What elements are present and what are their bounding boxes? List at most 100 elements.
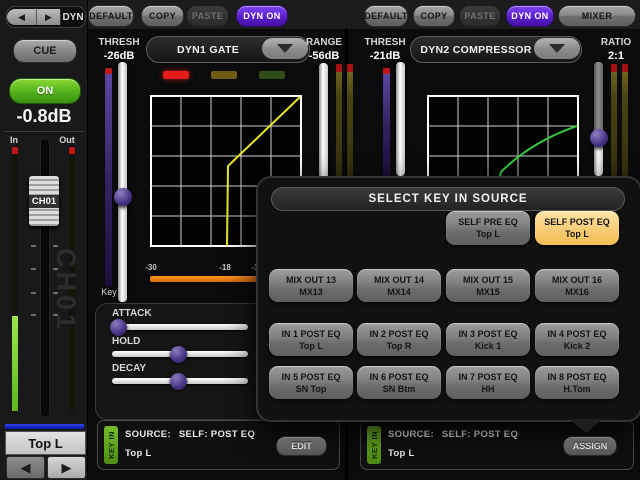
left-arrow-icon: ◀ xyxy=(18,12,25,23)
attack-label: ATTACK xyxy=(112,308,162,319)
keyin-source-option[interactable]: IN 3 POST EQKick 1 xyxy=(446,323,530,356)
gate-led-green xyxy=(259,71,285,79)
next-channel-button[interactable]: ▶ xyxy=(37,9,61,25)
keyin-source-option[interactable]: IN 5 POST EQSN Top xyxy=(269,366,353,399)
dyn1-type-dropdown[interactable]: DYN1 GATE xyxy=(146,36,310,63)
mixer-button[interactable]: MIXER xyxy=(558,5,636,27)
output-meter-peak xyxy=(69,147,75,154)
dyn1-range-value: -56dB xyxy=(302,50,346,62)
input-meter-peak xyxy=(12,147,18,154)
dyn1-thresh-value: -26dB xyxy=(94,50,144,62)
dyn2-thresh-slider[interactable] xyxy=(396,62,405,176)
dyn2-type-dropdown[interactable]: DYN2 COMPRESSOR xyxy=(410,36,582,63)
decay-label: DECAY xyxy=(112,363,162,374)
dyn2-thresh-value: -21dB xyxy=(360,50,410,62)
keyin-source-option[interactable]: SELF PRE EQTop L xyxy=(446,211,530,245)
keyin-source-option[interactable]: MIX OUT 13MX13 xyxy=(269,269,353,302)
keyin-source-option-selected[interactable]: SELF POST EQTop L xyxy=(535,211,619,245)
dyn1-thresh-label: THRESH xyxy=(94,37,144,48)
out-label: Out xyxy=(56,135,78,145)
prev-channel-button[interactable]: ◀ xyxy=(7,9,37,25)
dyn2-ratio-knob[interactable] xyxy=(590,129,608,147)
in-label: In xyxy=(6,135,22,145)
channel-prev-button[interactable]: ◀ xyxy=(6,456,45,479)
dyn1-keyin-panel: KEY IN SOURCE: SELF: POST EQ Top L EDIT xyxy=(97,420,340,470)
keyin-source-line: SOURCE: SELF: POST EQ xyxy=(388,429,518,440)
dyn1-key-meter xyxy=(105,68,112,286)
keyin-source-option[interactable]: IN 4 POST EQKick 2 xyxy=(535,323,619,356)
keyin-edit-button[interactable]: EDIT xyxy=(276,436,327,456)
keyin-source-option[interactable]: IN 2 POST EQTop R xyxy=(357,323,441,356)
fader-tick xyxy=(31,292,36,294)
gate-led-yellow xyxy=(211,71,237,79)
fader-cap[interactable]: CH01 xyxy=(29,176,59,226)
channel-name: Top L xyxy=(28,436,62,451)
dyn1-on-button[interactable]: DYN ON xyxy=(236,5,288,27)
gr-meter-peak xyxy=(347,64,353,72)
scale-tick: -30 xyxy=(140,263,162,272)
dyn-mode-label: DYN xyxy=(61,12,85,23)
keyin-channel: Top L xyxy=(125,448,152,459)
keyin-source-option[interactable]: IN 8 POST EQH.Tom xyxy=(535,366,619,399)
dyn1-copy-button[interactable]: COPY xyxy=(141,5,184,27)
input-meter-level xyxy=(12,316,18,411)
fader-cap-band: CH01 xyxy=(29,195,59,208)
right-arrow-icon: ▶ xyxy=(62,460,72,476)
input-meter xyxy=(12,147,18,413)
fader-tick xyxy=(31,314,36,316)
dyn2-paste-button[interactable]: PASTE xyxy=(459,5,501,27)
scale-tick: -18 xyxy=(214,263,236,272)
dyn2-on-button[interactable]: DYN ON xyxy=(506,5,554,27)
on-button[interactable]: ON xyxy=(9,78,81,104)
hold-knob[interactable] xyxy=(170,346,187,363)
source-value: SELF: POST EQ xyxy=(442,429,518,440)
fader-tick xyxy=(31,245,36,247)
divider xyxy=(4,131,84,132)
dyn2-ratio-value: 2:1 xyxy=(594,50,638,62)
keyin-tab: KEY IN xyxy=(367,426,381,464)
hold-label: HOLD xyxy=(112,336,162,347)
keyin-source-option[interactable]: MIX OUT 14MX14 xyxy=(357,269,441,302)
dyn2-dropdown-button[interactable] xyxy=(534,38,580,59)
dyn1-thresh-slider[interactable] xyxy=(118,62,127,302)
channel-nav: ◀ ▶ DYN xyxy=(6,6,86,28)
dyn2-ratio-label: RATIO xyxy=(594,37,638,48)
keyin-source-line: SOURCE: SELF: POST EQ xyxy=(125,429,255,440)
dyn2-ratio-slider[interactable] xyxy=(594,62,603,176)
source-label: SOURCE: xyxy=(388,429,434,440)
left-arrow-icon: ◀ xyxy=(21,460,31,476)
source-value: SELF: POST EQ xyxy=(179,429,255,440)
dyn1-thresh-knob[interactable] xyxy=(114,188,132,206)
keyin-source-option[interactable]: IN 6 POST EQSN Btm xyxy=(357,366,441,399)
keyin-source-option[interactable]: MIX OUT 15MX15 xyxy=(446,269,530,302)
dyn2-gr-meter-2 xyxy=(622,64,628,176)
keyin-source-option[interactable]: IN 1 POST EQTop L xyxy=(269,323,353,356)
channel-name-box: Top L xyxy=(5,431,86,455)
keyin-source-option[interactable]: MIX OUT 16MX16 xyxy=(535,269,619,302)
dyn1-range-label: RANGE xyxy=(302,37,346,48)
keyin-tab: KEY IN xyxy=(104,426,118,464)
popup-pointer-icon xyxy=(569,419,603,433)
dyn1-default-button[interactable]: DEFAULT xyxy=(88,5,134,27)
ratio-slider-upper xyxy=(594,62,603,132)
gr-meter-peak xyxy=(622,64,628,72)
keyin-source-option[interactable]: IN 7 POST EQHH xyxy=(446,366,530,399)
cue-button[interactable]: CUE xyxy=(13,39,77,63)
channel-next-button[interactable]: ▶ xyxy=(47,456,86,479)
dynamics-screen: ◀ ▶ DYN CUE ON -0.8dB In Out CH01 CH01 T… xyxy=(0,0,640,480)
dyn1-gr-meter-1 xyxy=(336,64,342,176)
attack-slider[interactable] xyxy=(112,324,248,330)
channel-watermark: CH01 xyxy=(50,248,81,413)
attack-knob[interactable] xyxy=(110,319,127,336)
dyn1-paste-button[interactable]: PASTE xyxy=(186,5,229,27)
fader-tick xyxy=(31,268,36,270)
keyin-channel: Top L xyxy=(388,448,415,459)
gr-meter-peak xyxy=(611,64,617,72)
keyin-assign-button[interactable]: ASSIGN xyxy=(563,436,617,456)
dyn2-copy-button[interactable]: COPY xyxy=(413,5,455,27)
chevron-down-icon xyxy=(549,44,565,53)
select-keyin-source-popup: SELECT KEY IN SOURCE SELF PRE EQTop L SE… xyxy=(256,176,640,422)
dyn1-gr-meter-2 xyxy=(347,64,353,176)
decay-knob[interactable] xyxy=(170,373,187,390)
dyn2-default-button[interactable]: DEFAULT xyxy=(364,5,408,27)
